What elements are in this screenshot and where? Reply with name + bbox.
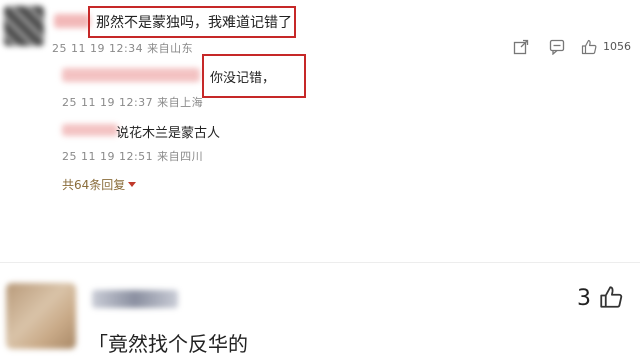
reply-meta: 25 11 19 12:51 来自四川 [62, 150, 204, 163]
more-replies-link[interactable]: 共64条回复 [62, 176, 137, 193]
reply-meta: 25 11 19 12:37 来自上海 [62, 96, 204, 109]
chevron-down-icon [128, 182, 137, 187]
like-icon[interactable] [598, 284, 624, 310]
comment-text: 「竟然找个反华的 [88, 332, 248, 356]
reply-highlight-box: 你没记错， [202, 54, 306, 98]
username[interactable] [92, 290, 178, 308]
more-replies-label: 共64条回复 [62, 178, 126, 192]
avatar[interactable] [4, 6, 44, 46]
reply-username[interactable] [62, 124, 118, 136]
reply-text: 你没记错， [210, 70, 276, 86]
comment-text: 那然不是蒙独吗，我难道记错了 [96, 15, 292, 31]
share-icon[interactable] [512, 38, 530, 56]
reply-username[interactable] [62, 68, 200, 82]
avatar[interactable] [6, 283, 76, 349]
username[interactable] [54, 14, 90, 28]
like-count: 3 [577, 286, 591, 311]
divider [0, 262, 640, 263]
comment-meta: 25 11 19 12:34 来自山东 [52, 42, 194, 55]
comment-icon[interactable] [548, 38, 566, 56]
comment-highlight-box: 那然不是蒙独吗，我难道记错了 [88, 6, 296, 38]
like-icon[interactable] [580, 38, 598, 56]
like-count: 1056 [603, 40, 631, 53]
reply-text: 说花木兰是蒙古人 [116, 126, 221, 141]
